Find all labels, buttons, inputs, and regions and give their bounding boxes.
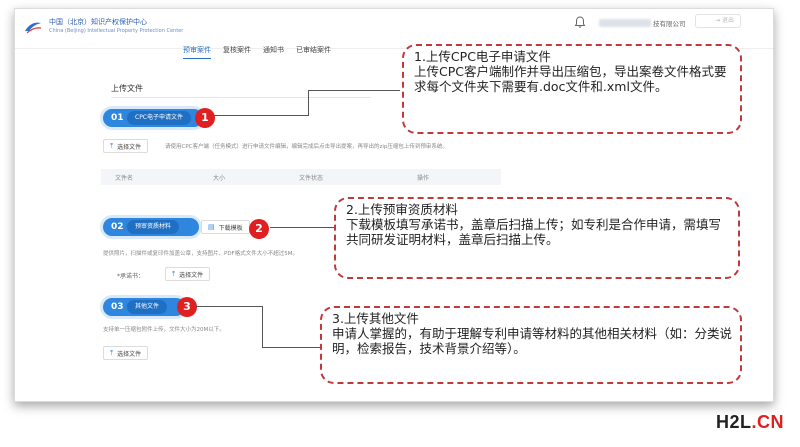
commitment-label: *承诺书：: [117, 273, 145, 280]
watermark-cn: .CN: [751, 412, 784, 432]
bell-icon[interactable]: [573, 15, 587, 29]
step1-helper-text: 请使用CPC客户端（任务模式）进行申请文件编辑，编辑完成后点击导出提案，再导出的…: [165, 144, 448, 150]
brand-name-en: China (Beijing) Intellectual Property Pr…: [49, 28, 184, 34]
callout-step2: 2.上传预审资质材料 下载模板填写承诺书，盖章后扫描上传；如专利是合作申请，需填…: [334, 197, 740, 279]
step3-helper-text: 支持单一压缩包附件上传，文件大小为20M以下。: [103, 327, 225, 333]
upload-icon: ⤒: [172, 269, 176, 278]
leader-line-3: [196, 306, 262, 307]
watermark: H2L.CN: [716, 412, 784, 433]
account-name[interactable]: 技有限公司: [599, 18, 686, 28]
callout-step2-body: 下载模板填写承诺书，盖章后扫描上传；如专利是合作申请，需填写共同研发证明材料，盖…: [346, 217, 722, 247]
callout-step1: 1.上传CPC电子申请文件 上传CPC客户端制作并导出压缩包，导出案卷文件格式要…: [402, 44, 742, 134]
step1-number: 01: [111, 113, 124, 123]
tab-precheck-cases[interactable]: 预审案件: [183, 45, 211, 59]
upload-icon: ⤒: [110, 348, 114, 357]
callout-step3-body: 申请人掌握的，有助于理解专利申请等材料的其他相关材料（如：分类说明，检索报告，技…: [332, 326, 733, 356]
redacted-block: [599, 19, 651, 27]
step3-choose-file-label: 选择文件: [117, 350, 142, 358]
step1-label: CPC电子申请文件: [127, 111, 191, 125]
leader-line-3c: [262, 347, 320, 348]
step2-pill: 02 预审资质材料: [103, 218, 199, 236]
step2-label: 预审资质材料: [127, 220, 180, 234]
file-table-header: 文件名 大小 文件状态 操作: [101, 169, 501, 185]
step2-badge: 2: [249, 219, 269, 239]
leader-line-1: [214, 115, 308, 116]
step1-badge: 1: [195, 108, 215, 128]
col-file-name: 文件名: [115, 175, 134, 182]
col-actions: 操作: [417, 175, 430, 182]
download-template-label: 下载模板: [218, 224, 243, 232]
page-title: 上传文件: [111, 84, 143, 93]
leader-line-3b: [262, 306, 263, 348]
brand-name-cn: 中国（北京）知识产权保护中心: [49, 18, 147, 26]
callout-step2-heading: 2.上传预审资质材料: [346, 202, 458, 217]
step2-choose-file-button[interactable]: ⤒ 选择文件: [165, 267, 211, 281]
step2-helper-text: 提供照片，扫描件或复印件加盖公章，支持图片、PDF格式文件大小不超过5M。: [103, 251, 298, 257]
step3-choose-file-button[interactable]: ⤒ 选择文件: [103, 346, 149, 360]
upload-icon: ⤒: [110, 141, 114, 150]
account-name-text: 技有限公司: [653, 20, 686, 28]
logo-icon: [25, 22, 42, 34]
step2-choose-file-label: 选择文件: [179, 271, 204, 279]
template-icon: ▤: [208, 223, 215, 231]
tab-review-cases[interactable]: 复核案件: [223, 45, 251, 59]
leader-line-1b: [308, 90, 309, 116]
step1-pill: 01 CPC电子申请文件: [103, 109, 203, 127]
step2-number: 02: [111, 222, 124, 232]
col-status: 文件状态: [299, 175, 324, 182]
step1-choose-file-button[interactable]: ⤒ 选择文件: [103, 139, 149, 153]
tab-notices[interactable]: 通知书: [263, 45, 284, 59]
tab-closed-cases[interactable]: 已审结案件: [296, 45, 331, 59]
callout-step3-heading: 3.上传其他文件: [332, 311, 419, 326]
exit-button[interactable]: ⇥ 退出: [695, 14, 741, 28]
col-size: 大小: [213, 175, 226, 182]
callout-step1-body: 上传CPC客户端制作并导出压缩包，导出案卷文件格式要求每个文件夹下需要有.doc…: [414, 64, 727, 94]
step3-pill: 03 其他文件: [103, 298, 185, 316]
step3-badge: 3: [177, 297, 197, 317]
title-divider: [111, 97, 371, 98]
leader-line-2: [270, 227, 334, 228]
watermark-h2l: H2L: [715, 412, 752, 432]
download-template-button[interactable]: ▤ 下载模板: [201, 220, 250, 234]
leader-line-1c: [308, 90, 400, 91]
main-nav: 预审案件 复核案件 通知书 已审结案件: [183, 45, 331, 59]
step3-label: 其他文件: [127, 300, 168, 314]
step3-number: 03: [111, 302, 124, 312]
callout-step1-heading: 1.上传CPC电子申请文件: [414, 49, 551, 64]
step1-choose-file-label: 选择文件: [117, 143, 142, 151]
brand: 中国（北京）知识产权保护中心 China (Beijing) Intellect…: [49, 17, 183, 34]
top-bar: 中国（北京）知识产权保护中心 China (Beijing) Intellect…: [15, 9, 773, 49]
callout-step3: 3.上传其他文件 申请人掌握的，有助于理解专利申请等材料的其他相关材料（如：分类…: [320, 306, 742, 384]
